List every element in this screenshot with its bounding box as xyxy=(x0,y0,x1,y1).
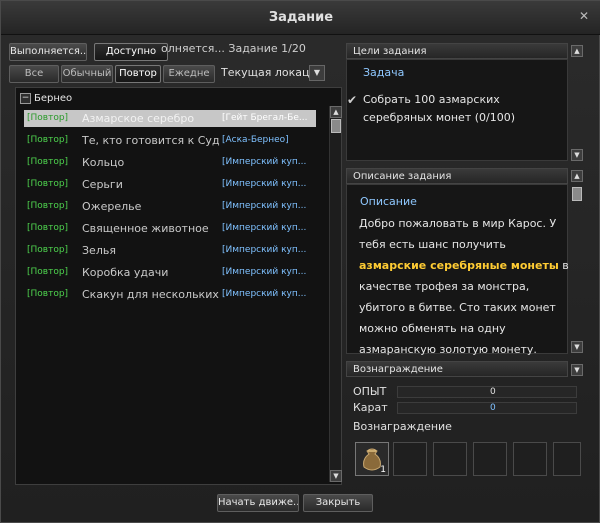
reward-items-label: Вознаграждение xyxy=(353,420,452,433)
reward-slot[interactable] xyxy=(473,442,507,476)
quest-giver: [Имперский куп... xyxy=(222,289,307,299)
window-titlebar: Задание ✕ xyxy=(1,1,600,35)
checkbox-icon: ✔ xyxy=(347,93,358,107)
quest-row[interactable]: [Повтор] Коробка удачи [Имперский куп... xyxy=(24,264,316,281)
carat-bar: 0 xyxy=(397,402,577,414)
window-title: Задание xyxy=(268,10,334,25)
quest-giver: [Имперский куп... xyxy=(222,179,307,189)
exp-label: ОПЫТ xyxy=(353,385,387,398)
filter-daily[interactable]: Ежедне xyxy=(163,65,215,83)
reward-slot[interactable] xyxy=(393,442,427,476)
quest-giver: [Имперский куп... xyxy=(222,201,307,211)
bag-count: 1 xyxy=(380,465,386,475)
quest-tag: [Повтор] xyxy=(27,157,69,167)
quest-row[interactable]: [Повтор] Зелья [Имперский куп... xyxy=(24,242,316,259)
close-button[interactable]: Закрыть xyxy=(303,494,373,512)
quest-giver: [Гейт Брегал-Бе... xyxy=(222,113,308,123)
quest-list-scrollbar[interactable]: ▲ ▼ xyxy=(329,106,342,482)
carat-value: 0 xyxy=(490,403,496,413)
group-header[interactable]: − Бернео xyxy=(20,92,72,106)
quest-name: Кольцо xyxy=(82,156,125,169)
description-text: Добро пожаловать в мир Карос. У тебя ест… xyxy=(359,213,569,360)
quest-giver: [Имперский куп... xyxy=(222,245,307,255)
exp-bar: 0 xyxy=(397,386,577,398)
quest-row[interactable]: [Повтор] Те, кто готовится к Суд [Аска-Б… xyxy=(24,132,316,149)
filter-repeat[interactable]: Повтор xyxy=(115,65,161,83)
description-title: Описание xyxy=(360,195,417,208)
scroll-down-icon[interactable]: ▼ xyxy=(571,149,583,161)
scroll-up-icon[interactable]: ▲ xyxy=(330,106,342,118)
quest-giver: [Имперский куп... xyxy=(222,267,307,277)
quest-tag: [Повтор] xyxy=(27,201,69,211)
close-icon[interactable]: ✕ xyxy=(577,9,591,23)
quest-tag: [Повтор] xyxy=(27,113,69,123)
scroll-thumb[interactable] xyxy=(331,119,341,133)
description-highlight: азмарские серебряные монеты xyxy=(359,259,559,272)
collapse-icon[interactable]: − xyxy=(20,92,31,104)
filter-normal[interactable]: Обычный xyxy=(61,65,113,83)
quest-row[interactable]: [Повтор] Священное животное [Имперский к… xyxy=(24,220,316,237)
goal-objective: Собрать 100 азмарских серебряных монет (… xyxy=(363,93,516,124)
quest-row[interactable]: [Повтор] Кольцо [Имперский куп... xyxy=(24,154,316,171)
description-body-end: в качестве трофея за монстра, убитого в … xyxy=(359,259,569,356)
quest-name: Те, кто готовится к Суд xyxy=(82,134,220,147)
quest-name: Коробка удачи xyxy=(82,266,169,279)
reward-header: Вознаграждение xyxy=(346,361,568,377)
scroll-down-icon[interactable]: ▼ xyxy=(571,364,583,376)
description-header: Описание задания xyxy=(346,168,568,184)
scroll-up-icon[interactable]: ▲ xyxy=(571,170,583,182)
description-scroll-thumb[interactable] xyxy=(572,187,582,201)
chevron-down-icon[interactable]: ▼ xyxy=(309,65,325,81)
tab-in-progress[interactable]: Выполняется... xyxy=(9,43,87,61)
goals-title: Задача xyxy=(363,66,405,79)
exp-value: 0 xyxy=(490,387,496,397)
quest-tag: [Повтор] xyxy=(27,245,69,255)
quest-name: Зелья xyxy=(82,244,116,257)
bag-icon[interactable]: 1 xyxy=(355,442,389,476)
quest-window: Задание ✕ Выполняется... Доступно олняет… xyxy=(0,0,600,523)
description-body: Добро пожаловать в мир Карос. У тебя ест… xyxy=(359,217,557,251)
quest-name: Скакун для нескольких xyxy=(82,288,219,301)
quest-row[interactable]: [Повтор] Скакун для нескольких [Имперски… xyxy=(24,286,316,303)
quest-list: − Бернео [Повтор] Азмарское серебро [Гейт… xyxy=(15,87,342,485)
reward-slot[interactable] xyxy=(553,442,581,476)
goals-header: Цели задания xyxy=(346,43,568,59)
quest-name: Серьги xyxy=(82,178,123,191)
start-movement-button[interactable]: Начать движе... xyxy=(217,494,299,512)
filter-all[interactable]: Все xyxy=(9,65,59,83)
reward-slot[interactable] xyxy=(513,442,547,476)
quest-tag: [Повтор] xyxy=(27,267,69,277)
tab-available[interactable]: Доступно xyxy=(94,43,168,61)
quest-row[interactable]: [Повтор] Азмарское серебро [Гейт Брегал-… xyxy=(24,110,316,127)
quest-name: Ожерелье xyxy=(82,200,142,213)
quest-tag: [Повтор] xyxy=(27,179,69,189)
reward-slot[interactable] xyxy=(433,442,467,476)
quest-tag: [Повтор] xyxy=(27,289,69,299)
quest-giver: [Имперский куп... xyxy=(222,157,307,167)
scroll-down-icon[interactable]: ▼ xyxy=(330,470,342,482)
quest-row[interactable]: [Повтор] Серьги [Имперский куп... xyxy=(24,176,316,193)
quest-name: Азмарское серебро xyxy=(82,112,195,125)
quest-tag: [Повтор] xyxy=(27,223,69,233)
carat-label: Карат xyxy=(353,401,388,414)
quest-counter: олняется... Задание 1/20 xyxy=(161,42,306,55)
quest-tag: [Повтор] xyxy=(27,135,69,145)
group-label: Бернео xyxy=(34,93,73,104)
quest-giver: [Имперский куп... xyxy=(222,223,307,233)
quest-name: Священное животное xyxy=(82,222,209,235)
scroll-down-icon[interactable]: ▼ xyxy=(571,341,583,353)
scroll-up-icon[interactable]: ▲ xyxy=(571,45,583,57)
quest-row[interactable]: [Повтор] Ожерелье [Имперский куп... xyxy=(24,198,316,215)
quest-giver: [Аска-Бернео] xyxy=(222,135,289,145)
